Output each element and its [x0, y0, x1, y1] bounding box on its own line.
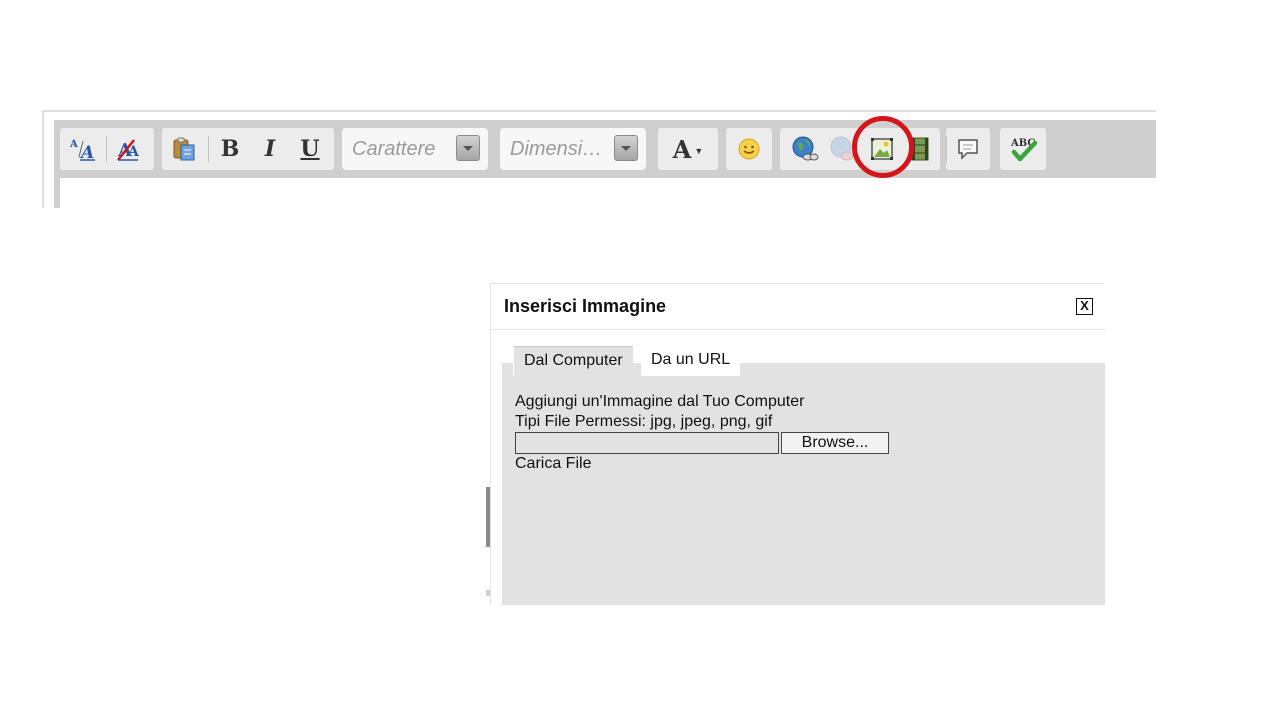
chevron-down-icon[interactable] — [456, 135, 480, 161]
toolbar-separator — [208, 136, 209, 162]
upload-heading: Aggiungi un'Immagine dal Tuo Computer — [515, 393, 805, 410]
font-color-label: A — [672, 134, 692, 164]
font-family-placeholder: Carattere — [352, 138, 436, 160]
insert-image-dialog: Inserisci Immagine X Aggiungi un'Immagin… — [490, 283, 1105, 605]
link-icon[interactable] — [787, 128, 823, 170]
chevron-down-icon[interactable] — [614, 135, 638, 161]
paste-icon[interactable] — [166, 128, 202, 170]
italic-label: I — [264, 136, 276, 162]
font-family-select[interactable]: Carattere — [342, 128, 488, 170]
file-path-input[interactable] — [515, 432, 779, 454]
italic-button[interactable]: I — [252, 128, 288, 170]
svg-text:A: A — [69, 139, 78, 150]
close-button[interactable]: X — [1076, 298, 1093, 315]
editor-content-edge — [54, 178, 60, 208]
tab-from-computer[interactable]: Dal Computer — [513, 346, 633, 376]
font-size-icon[interactable]: A A — [64, 128, 100, 170]
font-size-placeholder: Dimensi… — [510, 138, 603, 160]
underline-label: U — [300, 136, 320, 162]
remove-format-icon[interactable]: A A — [110, 128, 146, 170]
allowed-file-types: Tipi File Permessi: jpg, jpeg, png, gif — [515, 413, 773, 430]
caret-down-icon: ▼ — [694, 146, 704, 156]
underline-button[interactable]: U — [292, 128, 328, 170]
dialog-divider — [491, 329, 1105, 330]
font-size-select[interactable]: Dimensi… — [500, 128, 646, 170]
dialog-body: Aggiungi un'Immagine dal Tuo Computer Ti… — [502, 363, 1105, 605]
upload-file-link[interactable]: Carica File — [515, 455, 591, 473]
toolbar-separator — [106, 136, 107, 162]
toolbar-separator — [946, 136, 947, 162]
browse-button[interactable]: Browse... — [781, 432, 889, 454]
dialog-title: Inserisci Immagine — [504, 296, 667, 316]
font-color-button[interactable]: A ▼ — [664, 128, 712, 170]
highlight-circle — [852, 116, 914, 178]
tab-from-url[interactable]: Da un URL — [641, 346, 741, 376]
bold-button[interactable]: B — [212, 128, 248, 170]
svg-text:A: A — [79, 143, 94, 162]
bold-label: B — [220, 136, 240, 162]
emoticon-icon[interactable] — [731, 128, 767, 170]
spellcheck-icon[interactable]: ABC — [1005, 128, 1041, 170]
quote-icon[interactable] — [950, 128, 986, 170]
